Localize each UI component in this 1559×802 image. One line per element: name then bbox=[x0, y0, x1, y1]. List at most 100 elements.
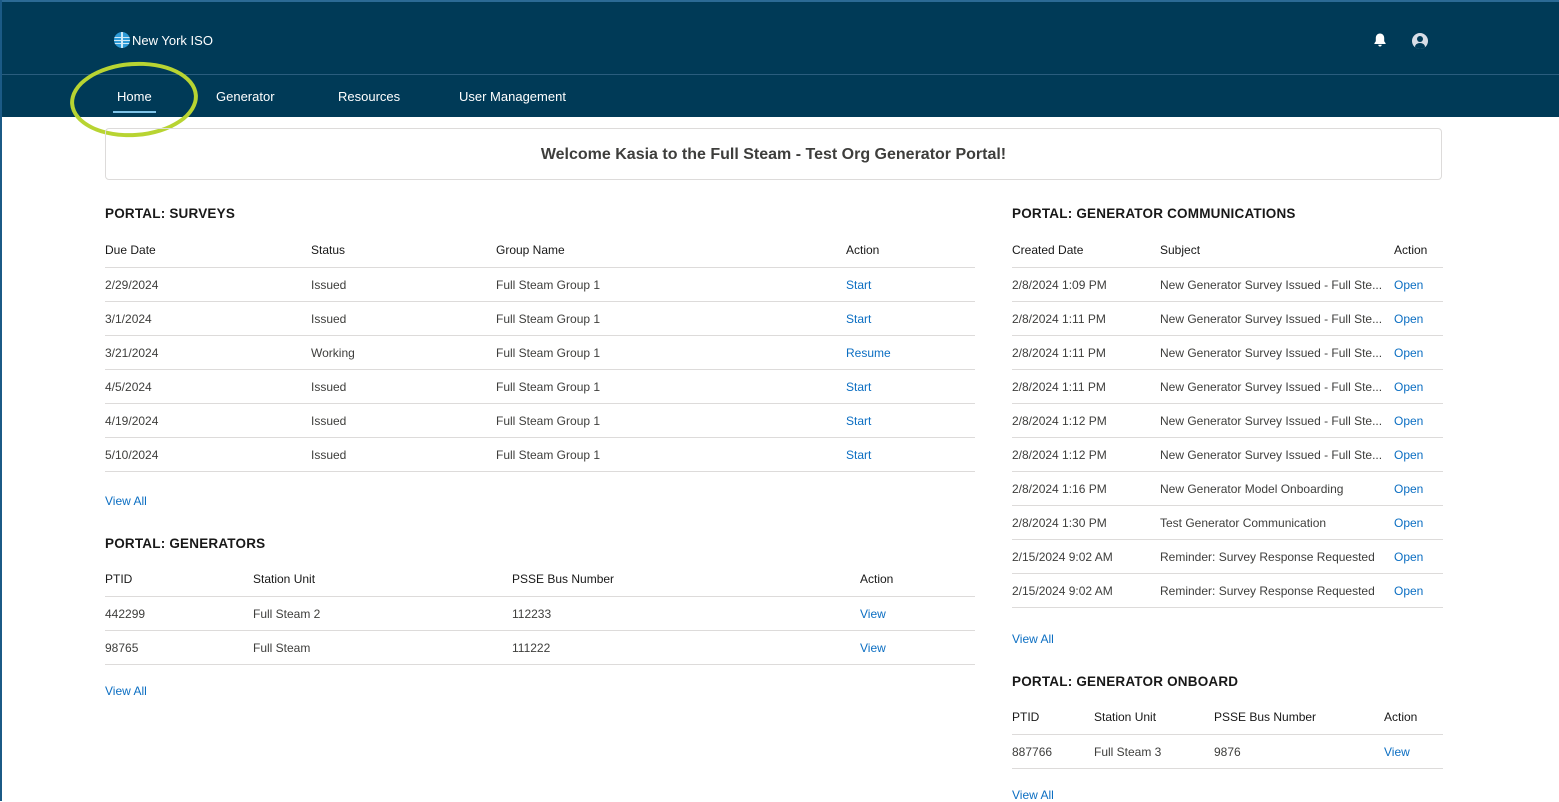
open-link[interactable]: Open bbox=[1394, 301, 1443, 336]
table-header-row: PTID Station Unit PSSE Bus Number Action bbox=[105, 562, 975, 597]
created-date: 2/8/2024 1:16 PM bbox=[1012, 471, 1160, 506]
table-row: 2/8/2024 1:12 PM New Generator Survey Is… bbox=[1012, 403, 1443, 438]
main-nav: Home Generator Resources User Management bbox=[2, 74, 1559, 117]
nav-user-management[interactable]: User Management bbox=[459, 89, 566, 104]
generators-title: PORTAL: GENERATORS bbox=[105, 536, 266, 551]
table-row: 2/8/2024 1:09 PM New Generator Survey Is… bbox=[1012, 267, 1443, 302]
table-row: 2/29/2024 Issued Full Steam Group 1 Star… bbox=[105, 267, 975, 302]
status: Issued bbox=[311, 267, 496, 302]
onboard-table: PTID Station Unit PSSE Bus Number Action… bbox=[1012, 700, 1443, 769]
column-header[interactable]: Created Date bbox=[1012, 233, 1160, 268]
station-unit: Full Steam 3 bbox=[1094, 734, 1214, 769]
column-header[interactable]: Status bbox=[311, 233, 496, 268]
open-link[interactable]: Open bbox=[1394, 369, 1443, 404]
psse-bus-number: 9876 bbox=[1214, 734, 1384, 769]
table-row: 2/8/2024 1:11 PM New Generator Survey Is… bbox=[1012, 301, 1443, 336]
open-link[interactable]: Open bbox=[1394, 539, 1443, 574]
bell-icon[interactable] bbox=[1372, 32, 1388, 48]
subject: New Generator Survey Issued - Full Ste..… bbox=[1160, 335, 1394, 370]
due-date: 5/10/2024 bbox=[105, 437, 311, 472]
open-link[interactable]: Open bbox=[1394, 505, 1443, 540]
column-header: Action bbox=[1394, 233, 1443, 268]
table-row: 3/21/2024 Working Full Steam Group 1 Res… bbox=[105, 335, 975, 370]
psse-bus-number: 112233 bbox=[512, 596, 860, 631]
group-name: Full Steam Group 1 bbox=[496, 335, 846, 370]
view-link[interactable]: View bbox=[860, 630, 975, 665]
column-header[interactable]: PSSE Bus Number bbox=[512, 562, 860, 597]
open-link[interactable]: Open bbox=[1394, 267, 1443, 302]
table-row: 2/8/2024 1:16 PM New Generator Model Onb… bbox=[1012, 471, 1443, 506]
open-link[interactable]: Open bbox=[1394, 335, 1443, 370]
status: Issued bbox=[311, 403, 496, 438]
created-date: 2/15/2024 9:02 AM bbox=[1012, 573, 1160, 608]
column-header[interactable]: PTID bbox=[1012, 700, 1094, 735]
start-link[interactable]: Start bbox=[846, 437, 975, 472]
column-header: Action bbox=[860, 562, 975, 597]
psse-bus-number: 111222 bbox=[512, 630, 860, 665]
logo[interactable]: New York ISO bbox=[114, 32, 213, 48]
table-row: 887766 Full Steam 3 9876 View bbox=[1012, 734, 1443, 769]
globe-icon bbox=[114, 32, 130, 48]
table-row: 4/19/2024 Issued Full Steam Group 1 Star… bbox=[105, 403, 975, 438]
ptid: 887766 bbox=[1012, 734, 1094, 769]
subject: Reminder: Survey Response Requested bbox=[1160, 573, 1394, 608]
due-date: 3/21/2024 bbox=[105, 335, 311, 370]
group-name: Full Steam Group 1 bbox=[496, 301, 846, 336]
status: Working bbox=[311, 335, 496, 370]
generators-view-all-link[interactable]: View All bbox=[105, 684, 147, 698]
start-link[interactable]: Start bbox=[846, 403, 975, 438]
nav-generator[interactable]: Generator bbox=[216, 89, 275, 104]
start-link[interactable]: Start bbox=[846, 267, 975, 302]
subject: New Generator Survey Issued - Full Ste..… bbox=[1160, 301, 1394, 336]
created-date: 2/8/2024 1:12 PM bbox=[1012, 437, 1160, 472]
start-link[interactable]: Start bbox=[846, 301, 975, 336]
communications-view-all-link[interactable]: View All bbox=[1012, 632, 1054, 646]
start-link[interactable]: Start bbox=[846, 369, 975, 404]
column-header[interactable]: Station Unit bbox=[253, 562, 512, 597]
table-row: 2/8/2024 1:11 PM New Generator Survey Is… bbox=[1012, 369, 1443, 404]
open-link[interactable]: Open bbox=[1394, 403, 1443, 438]
column-header[interactable]: Subject bbox=[1160, 233, 1394, 268]
open-link[interactable]: Open bbox=[1394, 573, 1443, 608]
table-row: 98765 Full Steam 111222 View bbox=[105, 630, 975, 665]
onboard-title: PORTAL: GENERATOR ONBOARD bbox=[1012, 674, 1239, 689]
open-link[interactable]: Open bbox=[1394, 437, 1443, 472]
column-header[interactable]: PTID bbox=[105, 562, 253, 597]
column-header[interactable]: PSSE Bus Number bbox=[1214, 700, 1384, 735]
table-header-row: Created Date Subject Action bbox=[1012, 233, 1443, 268]
subject: New Generator Model Onboarding bbox=[1160, 471, 1394, 506]
column-header[interactable]: Station Unit bbox=[1094, 700, 1214, 735]
onboard-view-all-link[interactable]: View All bbox=[1012, 788, 1054, 802]
view-link[interactable]: View bbox=[860, 596, 975, 631]
status: Issued bbox=[311, 369, 496, 404]
column-header: Action bbox=[1384, 700, 1443, 735]
column-header[interactable]: Due Date bbox=[105, 233, 311, 268]
station-unit: Full Steam bbox=[253, 630, 512, 665]
due-date: 4/5/2024 bbox=[105, 369, 311, 404]
subject: Reminder: Survey Response Requested bbox=[1160, 539, 1394, 574]
table-row: 2/15/2024 9:02 AM Reminder: Survey Respo… bbox=[1012, 573, 1443, 608]
table-row: 2/8/2024 1:11 PM New Generator Survey Is… bbox=[1012, 335, 1443, 370]
ptid: 442299 bbox=[105, 596, 253, 631]
group-name: Full Steam Group 1 bbox=[496, 369, 846, 404]
column-header[interactable]: Group Name bbox=[496, 233, 846, 268]
created-date: 2/8/2024 1:11 PM bbox=[1012, 335, 1160, 370]
subject: New Generator Survey Issued - Full Ste..… bbox=[1160, 369, 1394, 404]
logo-text: New York ISO bbox=[132, 32, 213, 48]
welcome-banner: Welcome Kasia to the Full Steam - Test O… bbox=[105, 128, 1442, 180]
view-link[interactable]: View bbox=[1384, 734, 1443, 769]
resume-link[interactable]: Resume bbox=[846, 335, 975, 370]
surveys-table: Due Date Status Group Name Action 2/29/2… bbox=[105, 233, 975, 472]
group-name: Full Steam Group 1 bbox=[496, 437, 846, 472]
user-avatar-icon[interactable] bbox=[1412, 33, 1428, 49]
created-date: 2/8/2024 1:11 PM bbox=[1012, 301, 1160, 336]
status: Issued bbox=[311, 437, 496, 472]
nav-resources[interactable]: Resources bbox=[338, 89, 400, 104]
subject: New Generator Survey Issued - Full Ste..… bbox=[1160, 403, 1394, 438]
created-date: 2/8/2024 1:09 PM bbox=[1012, 267, 1160, 302]
subject: Test Generator Communication bbox=[1160, 505, 1394, 540]
table-row: 2/8/2024 1:12 PM New Generator Survey Is… bbox=[1012, 437, 1443, 472]
table-row: 5/10/2024 Issued Full Steam Group 1 Star… bbox=[105, 437, 975, 472]
open-link[interactable]: Open bbox=[1394, 471, 1443, 506]
surveys-view-all-link[interactable]: View All bbox=[105, 494, 147, 508]
